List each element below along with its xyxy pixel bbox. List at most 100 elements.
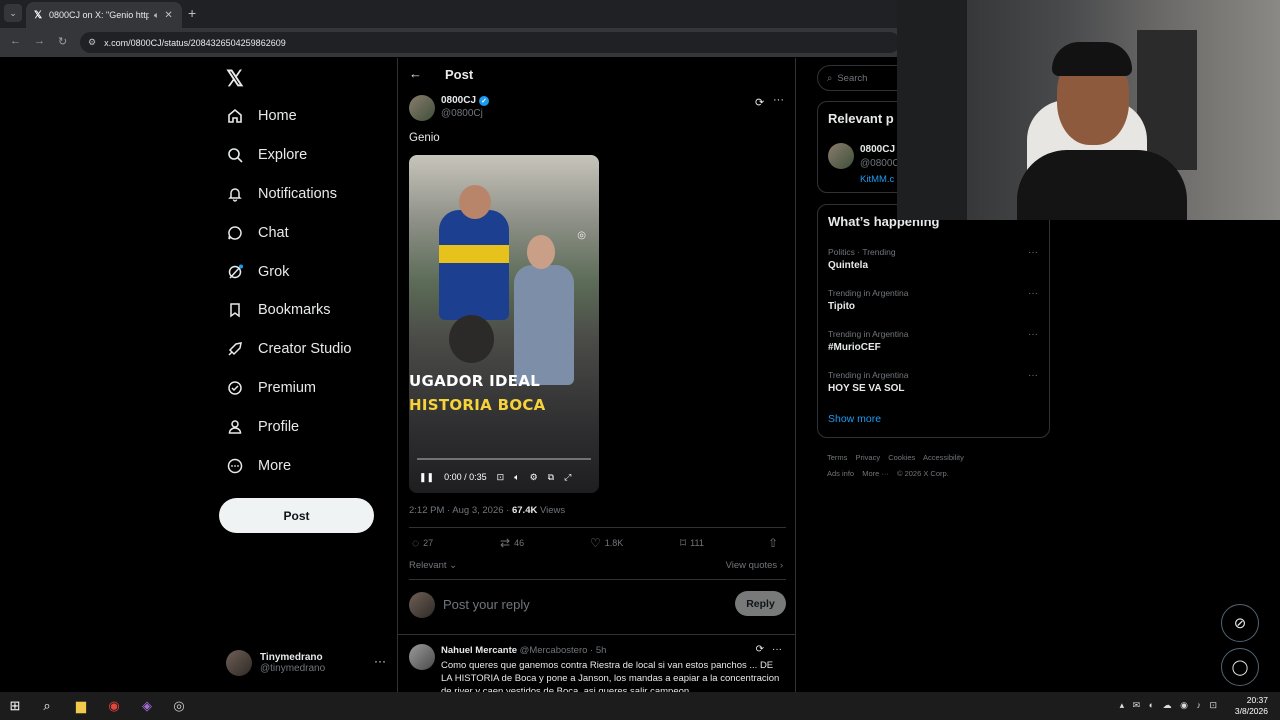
more-icon[interactable]: ···	[1028, 288, 1038, 299]
post-time[interactable]: 2:12 PM · Aug 3, 2026 ·	[409, 505, 512, 516]
post-author[interactable]: 0800CJ ✓ @0800Cj	[409, 95, 490, 121]
bookmark-action[interactable]: ⌑ 111	[680, 536, 704, 550]
video-player[interactable]: ◎ UGADOR IDEAL HISTORIA BOCA ❚❚ 0:00 / 0…	[409, 155, 599, 493]
footer-link[interactable]: Ads info	[827, 469, 854, 478]
trend-item[interactable]: Politics · Trending Quintela ···	[828, 247, 1038, 271]
app-icon[interactable]: ◈	[138, 697, 156, 715]
home-icon	[226, 107, 244, 125]
grok-fab-button[interactable]: ⊘	[1221, 604, 1259, 642]
repost-action[interactable]: ⇄ 46	[500, 536, 524, 550]
whats-happening-card: What’s happening Politics · Trending Qui…	[817, 204, 1050, 438]
settings-icon[interactable]: ⚙	[530, 472, 538, 483]
reply-count: 27	[423, 538, 434, 548]
bookmark-icon: ⌑	[680, 536, 687, 550]
more-icon[interactable]: ···	[1028, 329, 1038, 340]
grok-explain-icon[interactable]: ⟳	[756, 644, 764, 655]
close-icon[interactable]: ✕	[164, 10, 172, 21]
more-icon[interactable]: ···	[374, 654, 386, 668]
obs-icon[interactable]: ◎	[170, 697, 188, 715]
captions-icon[interactable]: ⊡	[497, 472, 505, 483]
person-bio-link[interactable]: KitMM.c	[860, 174, 894, 185]
new-tab-button[interactable]: +	[188, 5, 196, 21]
back-arrow-icon[interactable]: ←	[409, 66, 422, 81]
footer-link[interactable]: Privacy	[856, 453, 881, 462]
share-icon: ⇧	[768, 536, 779, 550]
nav-label: Bookmarks	[258, 302, 331, 318]
volume-icon[interactable]: 🔈︎	[514, 472, 519, 483]
url-field[interactable]: ⚙ x.com/0800CJ/status/208432650425986260…	[80, 32, 900, 53]
person-name[interactable]: 0800CJ	[860, 144, 895, 155]
forward-icon[interactable]: →	[34, 35, 45, 47]
video-time: 0:00 / 0:35	[444, 472, 487, 482]
post-header: ← Post	[398, 58, 795, 92]
reply-action[interactable]: ◌ 27	[412, 536, 433, 550]
like-action[interactable]: ♡ 1.8K	[590, 536, 623, 550]
more-icon[interactable]: ···	[1028, 370, 1038, 381]
more-icon[interactable]: ···	[773, 94, 784, 106]
view-quotes-link[interactable]: View quotes ›	[726, 560, 783, 571]
nav-item-profile[interactable]: Profile	[226, 415, 299, 439]
trend-item[interactable]: Trending in Argentina Tipito ···	[828, 288, 1038, 312]
file-explorer-icon[interactable]: ▆	[72, 697, 90, 715]
footer-link[interactable]: Cookies	[888, 453, 915, 462]
nav-item-explore[interactable]: Explore	[226, 143, 307, 167]
reply-input[interactable]: Post your reply	[443, 597, 530, 612]
nav-item-creator-studio[interactable]: Creator Studio	[226, 337, 352, 361]
video-frame-figure	[514, 265, 574, 385]
more-icon[interactable]: ···	[772, 644, 782, 655]
nav-item-grok[interactable]: Grok	[226, 260, 289, 284]
trend-item[interactable]: Trending in Argentina HOY SE VA SOL ···	[828, 370, 1038, 394]
post-button[interactable]: Post	[219, 498, 374, 533]
nav-label: Grok	[258, 264, 290, 280]
nav-item-premium[interactable]: Premium	[226, 376, 316, 400]
trend-item[interactable]: Trending in Argentina #MurioCEF ···	[828, 329, 1038, 353]
x-logo-icon[interactable]: 𝕏	[226, 66, 244, 92]
author-name[interactable]: 0800CJ	[441, 95, 476, 106]
reply-sort-dropdown[interactable]: Relevant ⌄	[409, 560, 457, 571]
nav-item-chat[interactable]: Chat	[226, 221, 289, 245]
sort-label: Relevant	[409, 560, 447, 571]
clock-time: 20:37	[1246, 695, 1268, 705]
account-switcher[interactable]: Tinymedrano @tinymedrano ···	[226, 648, 386, 678]
chrome-icon[interactable]: ◉	[105, 697, 123, 715]
messages-fab-button[interactable]: ◯	[1221, 648, 1259, 686]
divider	[409, 579, 786, 580]
avatar[interactable]	[409, 95, 435, 121]
avatar[interactable]	[409, 644, 435, 670]
video-progress-bar[interactable]	[417, 458, 591, 460]
footer-link[interactable]: More ···	[862, 469, 889, 478]
back-icon[interactable]: ←	[10, 35, 21, 47]
nav-item-home[interactable]: Home	[226, 104, 297, 128]
pip-icon[interactable]: ⧉	[548, 472, 554, 483]
footer-link[interactable]: Accessibility	[923, 453, 964, 462]
nav-item-more[interactable]: More	[226, 454, 291, 478]
nav-item-bookmarks[interactable]: Bookmarks	[226, 298, 331, 322]
pause-icon[interactable]: ❚❚	[419, 472, 434, 483]
more-icon[interactable]: ···	[1028, 247, 1038, 258]
fullscreen-icon[interactable]: ⤢	[564, 472, 571, 483]
repost-icon: ⇄	[500, 536, 511, 550]
footer-link[interactable]: Terms	[827, 453, 847, 462]
nav-label: More	[258, 458, 292, 474]
share-action[interactable]: ⇧	[768, 536, 778, 550]
reply-button[interactable]: Reply	[735, 591, 786, 616]
site-info-icon[interactable]: ⚙	[88, 37, 96, 48]
nav-item-notifications[interactable]: Notifications	[226, 182, 337, 206]
copyright: © 2026 X Corp.	[896, 469, 949, 478]
grok-explain-icon[interactable]: ⟳	[755, 96, 764, 109]
system-tray-icons[interactable]: ▴ ✉ ◐ ☁ ◉ ♪ ⊡	[1120, 700, 1220, 711]
reply-author-name[interactable]: Nahuel Mercante	[441, 645, 517, 656]
speaker-icon[interactable]: 🔈︎	[154, 10, 159, 21]
clock[interactable]: 20:37 3/8/2026	[1235, 695, 1268, 717]
views-count: 67.4K	[511, 505, 538, 516]
browser-tab[interactable]: 𝕏 0800CJ on X: "Genio https:/ 🔈︎ ✕	[26, 2, 182, 28]
reload-icon[interactable]: ↻	[58, 35, 67, 48]
tab-list-button[interactable]: ⌄	[4, 4, 22, 22]
person-handle: @0800C	[860, 158, 900, 169]
show-more-link[interactable]: Show more	[828, 413, 881, 425]
nav-label: Home	[258, 108, 297, 124]
search-icon[interactable]: ⌕	[38, 697, 56, 715]
author-handle: @0800Cj	[441, 108, 483, 119]
avatar[interactable]	[828, 143, 854, 169]
windows-start-icon[interactable]: ⊞	[6, 697, 24, 715]
